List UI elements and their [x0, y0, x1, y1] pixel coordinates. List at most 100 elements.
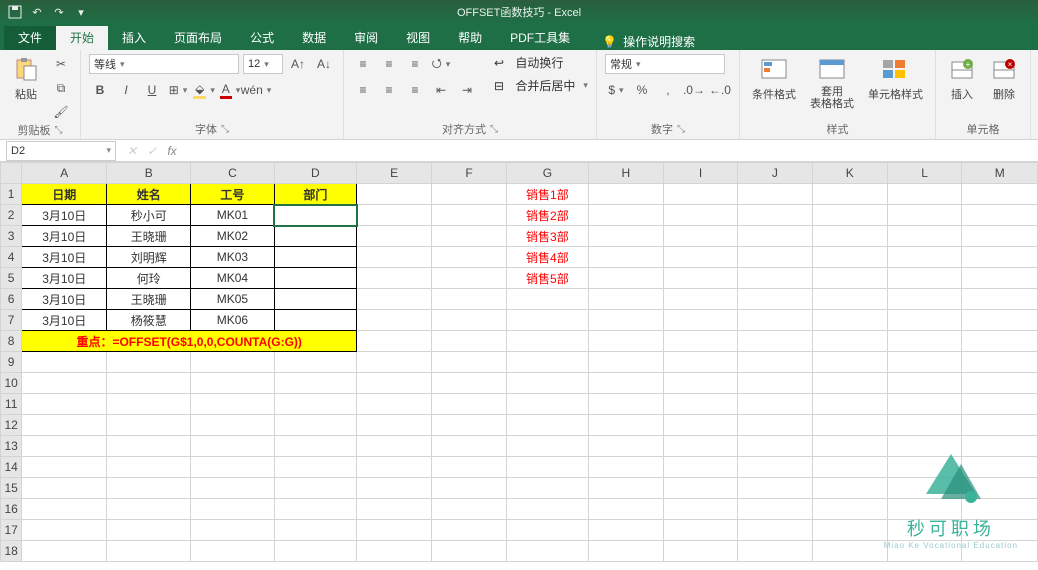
format-painter-icon[interactable]: 🖌 [50, 102, 72, 122]
cell[interactable]: 王晓珊 [107, 226, 191, 247]
cell[interactable] [588, 247, 663, 268]
cell[interactable] [738, 394, 813, 415]
cell[interactable] [432, 247, 507, 268]
cell[interactable] [962, 310, 1038, 331]
undo-icon[interactable]: ↶ [28, 3, 46, 21]
tab-home[interactable]: 开始 [56, 26, 108, 50]
column-header[interactable]: B [107, 163, 191, 184]
cell[interactable] [432, 541, 507, 562]
cell[interactable] [507, 394, 589, 415]
cell[interactable] [107, 394, 191, 415]
cell[interactable] [432, 394, 507, 415]
cell[interactable] [663, 226, 737, 247]
cell[interactable] [432, 289, 507, 310]
cell[interactable] [274, 520, 356, 541]
cell[interactable] [507, 415, 589, 436]
tab-pdf[interactable]: PDF工具集 [496, 26, 584, 50]
copy-icon[interactable]: ⧉ [50, 78, 72, 98]
cell[interactable] [432, 205, 507, 226]
cell[interactable] [962, 331, 1038, 352]
align-middle-icon[interactable]: ≡ [378, 54, 400, 74]
cell[interactable] [357, 331, 432, 352]
cell[interactable]: MK02 [191, 226, 274, 247]
column-header[interactable]: M [962, 163, 1038, 184]
cell[interactable]: 姓名 [107, 184, 191, 205]
cell[interactable] [962, 499, 1038, 520]
cell[interactable] [738, 352, 813, 373]
cell[interactable] [357, 436, 432, 457]
cell[interactable] [663, 247, 737, 268]
cell[interactable] [887, 226, 962, 247]
cell[interactable] [588, 541, 663, 562]
cell[interactable] [274, 394, 356, 415]
cell[interactable] [812, 520, 887, 541]
cell[interactable] [274, 226, 356, 247]
cell[interactable] [107, 499, 191, 520]
cell[interactable] [663, 205, 737, 226]
cell[interactable] [432, 310, 507, 331]
cell[interactable]: MK06 [191, 310, 274, 331]
cell[interactable] [432, 184, 507, 205]
cell[interactable] [663, 331, 737, 352]
tab-review[interactable]: 审阅 [340, 26, 392, 50]
tab-data[interactable]: 数据 [288, 26, 340, 50]
cell[interactable] [432, 520, 507, 541]
cell[interactable] [588, 352, 663, 373]
italic-button[interactable]: I [115, 80, 137, 100]
cell[interactable] [887, 268, 962, 289]
underline-button[interactable]: U [141, 80, 163, 100]
cell[interactable] [22, 436, 107, 457]
cell[interactable] [357, 478, 432, 499]
cell[interactable] [22, 373, 107, 394]
cell[interactable] [22, 394, 107, 415]
cell[interactable] [962, 247, 1038, 268]
border-button[interactable]: ⊞ [167, 80, 189, 100]
column-header[interactable]: J [738, 163, 813, 184]
cell[interactable]: 部门 [274, 184, 356, 205]
row-header[interactable]: 15 [1, 478, 22, 499]
tab-insert[interactable]: 插入 [108, 26, 160, 50]
cell[interactable] [274, 457, 356, 478]
cell[interactable] [738, 268, 813, 289]
decrease-font-icon[interactable]: A↓ [313, 54, 335, 74]
row-header[interactable]: 16 [1, 499, 22, 520]
cell[interactable] [588, 394, 663, 415]
cell[interactable] [432, 499, 507, 520]
cell[interactable] [738, 226, 813, 247]
cell[interactable]: 销售5部 [507, 268, 589, 289]
cell[interactable] [812, 352, 887, 373]
cell[interactable] [663, 268, 737, 289]
indent-decrease-icon[interactable]: ⇤ [430, 80, 452, 100]
tab-layout[interactable]: 页面布局 [160, 26, 236, 50]
tab-view[interactable]: 视图 [392, 26, 444, 50]
cell[interactable] [887, 499, 962, 520]
cell[interactable] [812, 310, 887, 331]
cell[interactable] [432, 457, 507, 478]
cell[interactable] [357, 226, 432, 247]
cell[interactable]: 重点：=OFFSET(G$1,0,0,COUNTA(G:G)) [22, 331, 357, 352]
cell[interactable] [507, 499, 589, 520]
cell[interactable]: MK05 [191, 289, 274, 310]
cell[interactable] [432, 226, 507, 247]
cell[interactable] [887, 289, 962, 310]
cell[interactable] [887, 541, 962, 562]
cell[interactable] [962, 394, 1038, 415]
cell[interactable] [274, 415, 356, 436]
cell[interactable] [191, 415, 274, 436]
cell[interactable] [507, 310, 589, 331]
number-expand-icon[interactable]: ⤡ [677, 124, 685, 135]
tab-formulas[interactable]: 公式 [236, 26, 288, 50]
cell[interactable] [274, 352, 356, 373]
cell[interactable] [507, 331, 589, 352]
cell[interactable] [812, 289, 887, 310]
cell[interactable] [812, 226, 887, 247]
cell[interactable]: 3月10日 [22, 247, 107, 268]
cell[interactable] [588, 184, 663, 205]
font-size-select[interactable]: 12 [243, 54, 283, 74]
cell[interactable] [507, 352, 589, 373]
cell[interactable] [588, 310, 663, 331]
cell[interactable] [738, 310, 813, 331]
increase-font-icon[interactable]: A↑ [287, 54, 309, 74]
cell[interactable] [191, 541, 274, 562]
cell[interactable] [274, 499, 356, 520]
